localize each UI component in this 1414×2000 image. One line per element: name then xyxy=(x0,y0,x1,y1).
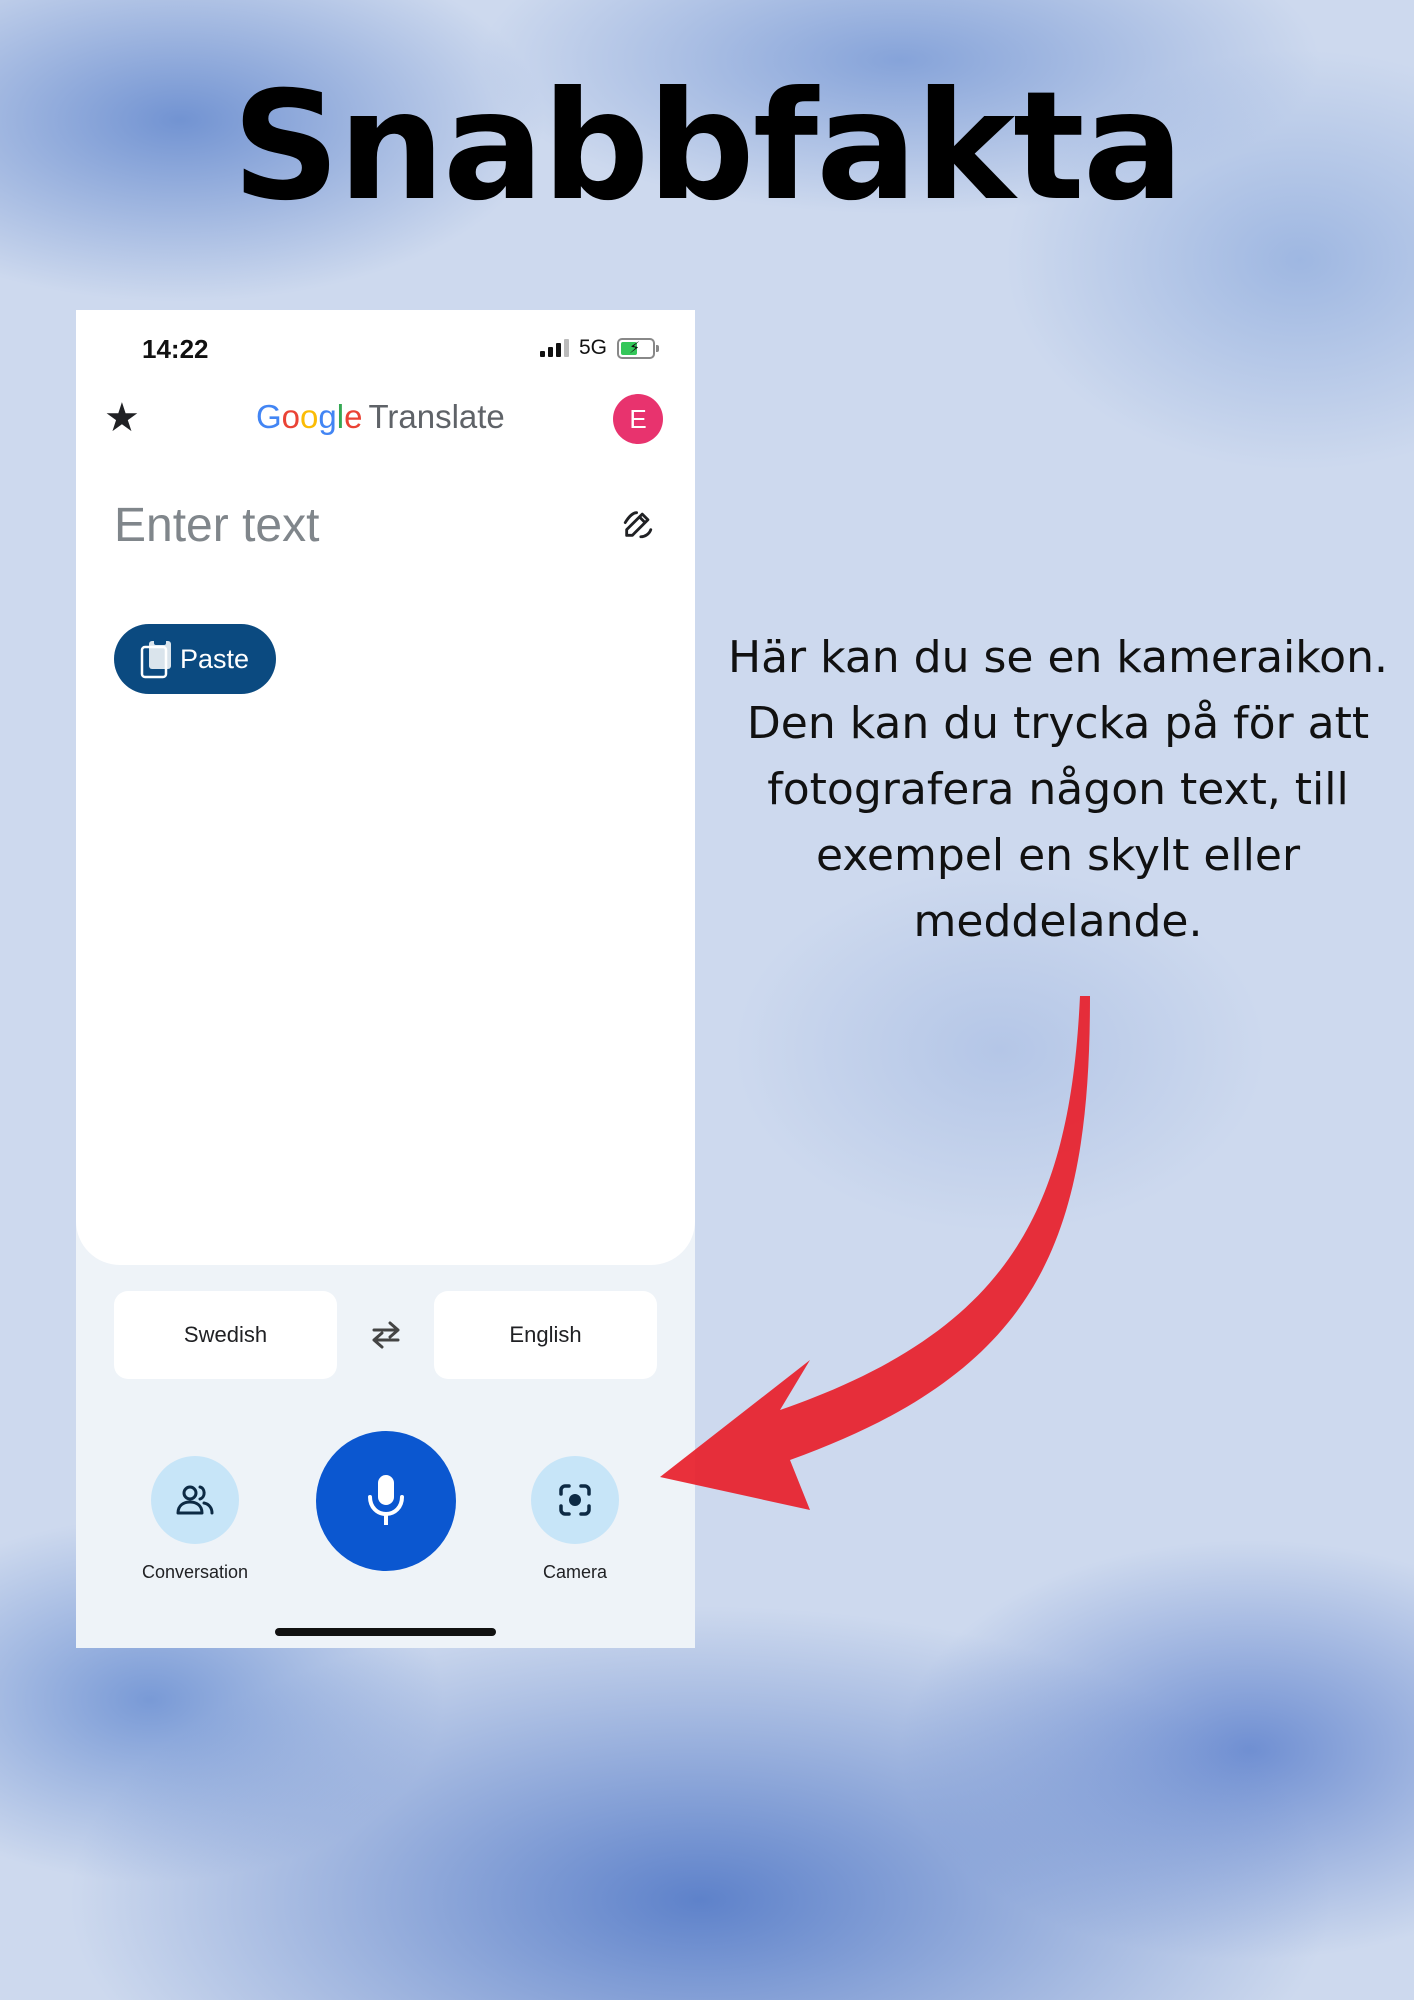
logo-letter: o xyxy=(300,398,319,435)
target-language-label: English xyxy=(509,1322,582,1347)
logo-product: Translate xyxy=(368,398,505,435)
network-type: 5G xyxy=(578,336,607,359)
page-title: Snabbfakta xyxy=(232,60,1184,234)
instruction-text: Här kan du se en kameraikon. Den kan du … xyxy=(728,632,1388,947)
logo-letter: l xyxy=(336,398,345,435)
home-indicator xyxy=(275,1628,496,1636)
target-language-button[interactable]: English xyxy=(434,1291,657,1379)
red-arrow-icon xyxy=(660,996,1090,1510)
logo-letter: o xyxy=(281,398,301,435)
logo-letter: G xyxy=(256,398,282,435)
clipboard-icon xyxy=(140,639,171,679)
conversation-label: Conversation xyxy=(141,1562,249,1582)
phone-screenshot: 14:22 5G ⚡ ★ Google Translate E Enter tex… xyxy=(76,310,695,1648)
people-icon xyxy=(176,1485,214,1515)
conversation-button[interactable] xyxy=(151,1456,239,1544)
avatar[interactable]: E xyxy=(613,394,663,444)
input-panel: 14:22 5G ⚡ ★ Google Translate E Enter tex… xyxy=(76,310,695,1265)
microphone-button[interactable] xyxy=(316,1431,456,1571)
source-language-label: Swedish xyxy=(183,1322,268,1347)
text-input[interactable]: Enter text xyxy=(114,498,319,553)
logo-letter: e xyxy=(344,398,363,435)
microphone-icon xyxy=(368,1475,404,1525)
status-time: 14:22 xyxy=(142,334,209,364)
camera-button[interactable] xyxy=(531,1456,619,1544)
swap-arrows-icon[interactable] xyxy=(368,1320,404,1350)
camera-label: Camera xyxy=(542,1562,608,1582)
paste-label: Paste xyxy=(180,643,250,674)
star-icon[interactable]: ★ xyxy=(104,398,140,438)
signal-icon xyxy=(539,339,569,357)
app-logo: Google Translate xyxy=(256,398,505,436)
status-indicators: 5G ⚡ xyxy=(539,336,659,360)
battery-charging-icon: ⚡ xyxy=(617,337,659,359)
source-language-button[interactable]: Swedish xyxy=(114,1291,337,1379)
camera-lens-icon xyxy=(559,1484,591,1516)
logo-letter: g xyxy=(318,398,337,435)
handwriting-icon[interactable] xyxy=(621,507,655,541)
paste-button[interactable]: Paste xyxy=(114,624,276,694)
